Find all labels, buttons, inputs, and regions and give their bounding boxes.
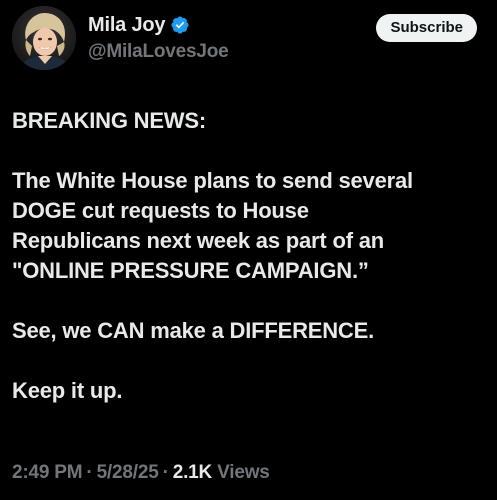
tweet-paragraph: See, we CAN make a DIFFERENCE. bbox=[12, 318, 375, 343]
author-names: Mila Joy @MilaLovesJoe bbox=[88, 12, 229, 63]
tweet-paragraph: The White House plans to send several DO… bbox=[12, 168, 413, 283]
tweet-date[interactable]: 5/28/25 bbox=[97, 462, 159, 483]
display-name-row: Mila Joy bbox=[88, 12, 229, 38]
meta-separator: · bbox=[162, 462, 169, 483]
tweet-header: Mila Joy @MilaLovesJoe Subscribe bbox=[12, 6, 487, 76]
display-name[interactable]: Mila Joy bbox=[88, 14, 166, 37]
tweet-paragraph: Keep it up. bbox=[12, 378, 123, 403]
handle[interactable]: @MilaLovesJoe bbox=[88, 41, 229, 63]
views-count[interactable]: 2.1K bbox=[173, 462, 213, 483]
subscribe-button[interactable]: Subscribe bbox=[376, 14, 477, 42]
avatar-image bbox=[12, 6, 76, 70]
meta-separator: · bbox=[86, 462, 93, 483]
verified-badge-icon[interactable] bbox=[170, 15, 190, 35]
tweet-paragraph: BREAKING NEWS: bbox=[12, 108, 206, 133]
tweet: Mila Joy @MilaLovesJoe Subscribe BREAKIN… bbox=[0, 0, 497, 500]
views-label: Views bbox=[217, 462, 270, 483]
avatar[interactable] bbox=[12, 6, 76, 70]
tweet-text: BREAKING NEWS: The White House plans to … bbox=[12, 106, 487, 406]
tweet-time[interactable]: 2:49 PM bbox=[12, 462, 83, 483]
tweet-meta: 2:49 PM · 5/28/25 · 2.1K Views bbox=[12, 462, 270, 484]
